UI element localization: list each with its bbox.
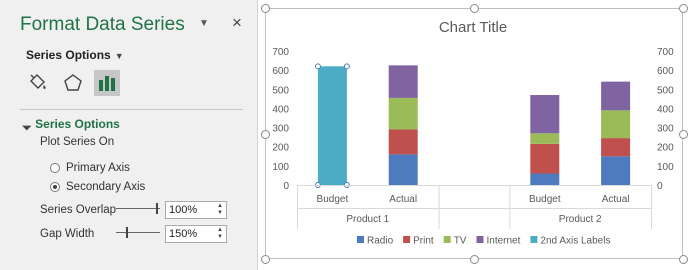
series-overlap-label: Series Overlap <box>40 204 117 216</box>
gap-width-spinner[interactable]: ▲▼ <box>165 225 227 243</box>
section-header-label: Series Options <box>35 117 120 131</box>
spinner-arrows-icon[interactable]: ▲ ▼ <box>216 227 224 241</box>
chart-area[interactable] <box>265 8 683 259</box>
tab-effects[interactable] <box>60 70 86 96</box>
pentagon-icon <box>64 74 82 91</box>
pane-title: Format Data Series <box>20 14 185 35</box>
series-overlap-slider[interactable] <box>116 203 160 215</box>
series-overlap-spinner[interactable]: ▲▼ <box>165 201 227 219</box>
pane-divider <box>20 109 243 110</box>
slider-thumb[interactable] <box>126 227 128 238</box>
series-options-dropdown[interactable]: Series Options ▼ <box>26 48 124 62</box>
spinner-arrows-icon[interactable]: ▲ ▼ <box>216 203 224 217</box>
resize-handle[interactable] <box>679 4 688 13</box>
plot-series-on-label: Plot Series On <box>40 136 115 148</box>
series-options-section-header[interactable]: ◢ Series Options <box>21 117 120 131</box>
collapse-triangle-icon: ◢ <box>21 120 33 131</box>
resize-handle[interactable] <box>261 255 270 264</box>
series-overlap-input[interactable] <box>169 203 213 217</box>
secondary-axis-label: Secondary Axis <box>66 181 146 193</box>
radio-circle-selected <box>50 182 60 192</box>
slider-track <box>116 232 160 233</box>
tab-series-options[interactable] <box>94 70 120 96</box>
resize-handle[interactable] <box>470 4 479 13</box>
tab-fill-line[interactable] <box>24 70 50 96</box>
primary-axis-label: Primary Axis <box>66 162 130 174</box>
format-pane: Format Data Series ▼ × Series Options ▼ ◢… <box>0 0 258 270</box>
resize-handle[interactable] <box>261 130 270 139</box>
paint-bucket-icon <box>30 74 46 89</box>
bar-chart-icon <box>99 76 115 91</box>
gap-width-label: Gap Width <box>40 228 95 240</box>
gap-width-slider[interactable] <box>116 227 160 239</box>
slider-thumb[interactable] <box>156 203 158 214</box>
close-icon[interactable]: × <box>229 14 245 32</box>
slider-track <box>116 208 160 209</box>
resize-handle[interactable] <box>470 255 479 264</box>
gap-width-input[interactable] <box>169 227 213 241</box>
resize-handle[interactable] <box>679 130 688 139</box>
resize-handle[interactable] <box>679 255 688 264</box>
series-options-label: Series Options <box>26 48 111 62</box>
radio-circle <box>50 163 60 173</box>
secondary-axis-radio[interactable]: Secondary Axis <box>50 181 145 193</box>
resize-handle[interactable] <box>261 4 270 13</box>
pane-options-dropdown-icon[interactable]: ▼ <box>197 17 211 31</box>
primary-axis-radio[interactable]: Primary Axis <box>50 162 130 174</box>
chevron-down-icon: ▼ <box>114 51 124 61</box>
